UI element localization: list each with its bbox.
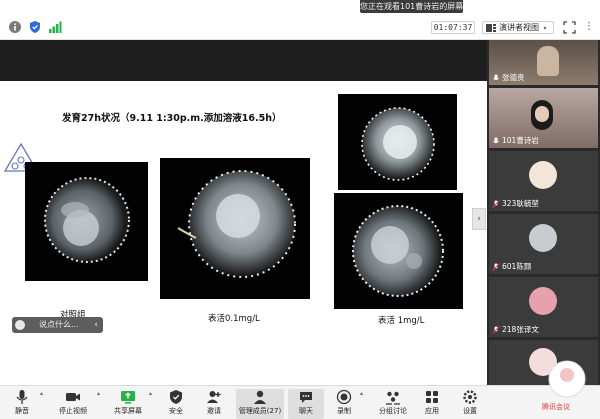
caption-dose-1: 表活 1mg/L: [378, 316, 425, 326]
participant-name: 601陈颢: [502, 262, 532, 271]
breakout-rooms-icon: [386, 391, 400, 405]
mic-muted-icon: [492, 326, 500, 334]
watermark-text: 腾讯会议: [542, 403, 570, 411]
settings-button[interactable]: 设置: [452, 389, 488, 419]
stop-video-label: 停止视频: [59, 407, 87, 415]
participant-name: 101曹诗岩: [502, 136, 539, 145]
shield-icon[interactable]: [28, 20, 42, 34]
share-screen-label: 共享屏幕: [114, 407, 142, 415]
manage-members-button[interactable]: 管理成员(27): [236, 389, 284, 419]
emoji-icon[interactable]: [15, 320, 25, 330]
camera-icon: [66, 393, 80, 401]
grid-icon: [486, 24, 496, 32]
manage-members-label: 管理成员(27): [238, 407, 282, 415]
security-label: 安全: [169, 407, 183, 415]
breakout-button[interactable]: 分组讨论: [372, 389, 414, 419]
embryo-photo-dose-1-top: [338, 94, 457, 190]
chat-icon: [300, 392, 312, 403]
participant-tile[interactable]: 101曹诗岩: [489, 88, 598, 148]
record-button[interactable]: 录制: [326, 389, 362, 419]
mic-icon: [493, 74, 499, 81]
mic-muted-icon: [492, 263, 500, 271]
security-button[interactable]: 安全: [158, 389, 194, 419]
view-mode-button[interactable]: 演讲者视图 ▾: [482, 21, 554, 34]
shield-icon: [170, 390, 182, 404]
mic-muted-icon: [492, 200, 500, 208]
chevron-up-icon[interactable]: ▴: [97, 390, 100, 397]
participant-tile[interactable]: 218张译文: [489, 277, 598, 337]
microphone-icon: [16, 390, 28, 404]
participant-tile[interactable]: 张德贵: [489, 40, 598, 85]
fullscreen-icon[interactable]: [563, 21, 576, 34]
chevron-right-icon: ›: [477, 214, 481, 224]
breakout-label: 分组讨论: [379, 407, 407, 415]
invite-button[interactable]: 邀请: [196, 389, 232, 419]
bottom-toolbar: 静音 ▴ 停止视频 ▴ 共享屏幕 ▴ 安全 邀请 管理成员(27) 聊天 录制 …: [0, 385, 600, 419]
apps-icon: [426, 391, 438, 403]
slide-title: 发育27h状况（9.11 1:30p.m.添加溶液16.5h）: [62, 113, 282, 124]
participant-name: 323耿毓堃: [502, 199, 539, 208]
participant-tile[interactable]: 323耿毓堃: [489, 151, 598, 211]
comment-input[interactable]: 说点什么... ‹: [12, 317, 103, 333]
record-label: 录制: [337, 407, 351, 415]
participant-name: 张德贵: [502, 73, 525, 82]
chevron-up-icon[interactable]: ▴: [40, 390, 43, 397]
embryo-photo-dose-1-bottom: [334, 193, 463, 309]
shared-screen: 发育27h状况（9.11 1:30p.m.添加溶液16.5h） 对照组 表活0.…: [0, 40, 487, 385]
view-mode-label: 演讲者视图: [499, 23, 539, 32]
mic-icon: [493, 137, 499, 144]
settings-label: 设置: [463, 407, 477, 415]
info-icon[interactable]: [8, 20, 22, 34]
chevron-up-icon[interactable]: ▴: [360, 390, 363, 397]
invite-label: 邀请: [207, 407, 221, 415]
participant-panel: 张德贵 101曹诗岩 323耿毓堃 601陈颢 218张译文: [487, 40, 600, 385]
record-icon: [336, 389, 352, 405]
embryo-photo-control: [25, 162, 148, 281]
mute-label: 静音: [15, 407, 29, 415]
participant-tile[interactable]: 601陈颢: [489, 214, 598, 274]
participant-name: 218张译文: [502, 325, 539, 334]
shared-screen-header-band: [0, 40, 487, 81]
apps-button[interactable]: 应用: [414, 389, 450, 419]
apps-label: 应用: [425, 407, 439, 415]
chat-label: 聊天: [299, 407, 313, 415]
chevron-down-icon: ▾: [543, 25, 547, 32]
members-icon: [254, 390, 266, 404]
chat-button[interactable]: 聊天: [288, 389, 324, 419]
share-screen-button[interactable]: 共享屏幕: [108, 389, 148, 419]
signal-icon[interactable]: [48, 20, 62, 34]
chevron-up-icon[interactable]: ▴: [149, 390, 152, 397]
collapse-panel-button[interactable]: ›: [472, 208, 486, 230]
meeting-timer: 01:07:37: [431, 21, 475, 34]
gear-icon: [463, 390, 477, 404]
meeting-window: 您正在观看101曹诗岩的屏幕 01:07:37 演讲者视图 ▾ ⋮ 发育27h状…: [0, 0, 600, 419]
stop-video-button[interactable]: 停止视频: [50, 389, 96, 419]
embryo-photo-dose-01: [160, 158, 310, 299]
comment-placeholder: 说点什么...: [39, 320, 79, 329]
caption-dose-01: 表活0.1mg/L: [208, 314, 260, 324]
viewing-screen-toast: 您正在观看101曹诗岩的屏幕: [360, 0, 463, 13]
top-toolbar: 01:07:37 演讲者视图 ▾ ⋮: [0, 14, 600, 40]
share-screen-icon: [121, 391, 135, 404]
mute-button[interactable]: 静音: [4, 389, 40, 419]
more-icon[interactable]: ⋮: [582, 20, 596, 34]
add-user-icon: [207, 391, 221, 403]
collapse-arrow-icon[interactable]: ‹: [94, 317, 98, 333]
